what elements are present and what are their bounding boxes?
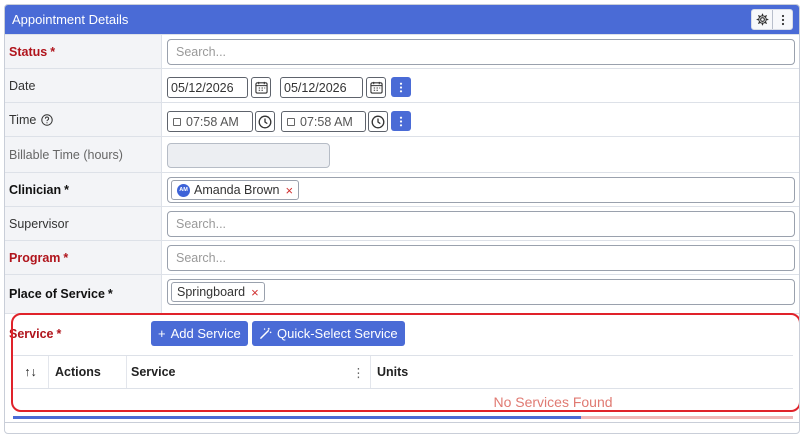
status-label: Status * bbox=[5, 35, 162, 68]
required-mark: * bbox=[50, 44, 56, 59]
program-search-input[interactable]: Search... bbox=[167, 245, 795, 271]
sort-arrows-icon: ↑↓ bbox=[24, 365, 37, 379]
no-services-message: No Services Found bbox=[13, 390, 793, 414]
date-label-text: Date bbox=[9, 78, 36, 93]
panel-header: Appointment Details bbox=[5, 5, 799, 34]
time-row: Time 07:58 AM 07:58 AM bbox=[5, 102, 799, 136]
service-section: Service * + Add Service Quick-Select Serv… bbox=[5, 313, 799, 415]
end-time-checkbox[interactable] bbox=[287, 117, 295, 126]
date-options-button[interactable] bbox=[391, 77, 411, 97]
required-mark: * bbox=[107, 287, 113, 301]
add-service-label: Add Service bbox=[170, 326, 241, 341]
horizontal-scrollbar-thumb[interactable] bbox=[13, 416, 581, 419]
panel-title: Appointment Details bbox=[12, 12, 129, 27]
program-row: Program * Search... bbox=[5, 240, 799, 274]
avatar: AM bbox=[177, 183, 190, 197]
clinician-chip: AM Amanda Brown × bbox=[171, 180, 300, 200]
place-of-service-chip: Springboard × bbox=[171, 282, 265, 302]
time-options-button[interactable] bbox=[391, 111, 411, 131]
sort-column-header[interactable]: ↑↓ bbox=[13, 356, 49, 388]
header-button-group bbox=[751, 9, 793, 30]
place-of-service-label: Place of Service * bbox=[5, 275, 162, 313]
start-time-input[interactable]: 07:58 AM bbox=[167, 111, 253, 132]
clinician-label-text: Clinician bbox=[9, 182, 62, 197]
program-label-text: Program bbox=[9, 250, 61, 265]
appointment-details-panel: Appointment Details Status * Search... D… bbox=[4, 4, 800, 434]
quick-select-service-label: Quick-Select Service bbox=[277, 326, 398, 341]
start-time-picker-button[interactable] bbox=[255, 111, 275, 132]
supervisor-placeholder: Search... bbox=[176, 217, 227, 231]
billable-time-label-text: Billable Time (hours) bbox=[9, 147, 123, 162]
question-circle-icon[interactable] bbox=[41, 113, 54, 126]
start-date-picker-button[interactable] bbox=[251, 77, 271, 98]
supervisor-search-input[interactable]: Search... bbox=[167, 211, 795, 237]
start-date-value: 05/12/2026 bbox=[171, 80, 234, 95]
supervisor-label: Supervisor bbox=[5, 207, 162, 240]
end-date-value: 05/12/2026 bbox=[284, 80, 347, 95]
service-label-text: Service bbox=[9, 327, 54, 341]
kebab-icon bbox=[781, 14, 784, 25]
service-table-header: ↑↓ Actions Service ⋮ Units bbox=[13, 355, 793, 389]
calendar-icon bbox=[254, 81, 268, 94]
kebab-icon bbox=[399, 82, 403, 92]
header-menu-button[interactable] bbox=[772, 10, 792, 29]
clinician-label: Clinician * bbox=[5, 173, 162, 206]
calendar-icon bbox=[369, 81, 383, 94]
place-of-service-remove-icon[interactable]: × bbox=[251, 285, 259, 300]
program-label: Program * bbox=[5, 241, 162, 274]
end-date-input[interactable]: 05/12/2026 bbox=[280, 77, 363, 98]
units-column-label: Units bbox=[377, 365, 409, 379]
end-date-picker-button[interactable] bbox=[366, 77, 386, 98]
column-menu-button[interactable]: ⋮ bbox=[347, 356, 371, 388]
clinician-row: Clinician * AM Amanda Brown × bbox=[5, 172, 799, 206]
clock-icon bbox=[258, 115, 272, 128]
magic-wand-icon bbox=[260, 327, 272, 339]
time-label: Time bbox=[5, 103, 162, 136]
required-mark: * bbox=[56, 327, 62, 341]
date-row: Date 05/12/2026 05/12/2026 bbox=[5, 68, 799, 102]
required-mark: * bbox=[63, 250, 69, 265]
time-label-text: Time bbox=[9, 112, 37, 127]
end-time-input[interactable]: 07:58 AM bbox=[281, 111, 366, 132]
clock-icon bbox=[371, 115, 385, 128]
place-of-service-chip-label: Springboard bbox=[177, 285, 246, 299]
panel-bottom-divider bbox=[5, 422, 799, 423]
add-service-button[interactable]: + Add Service bbox=[151, 321, 248, 346]
start-time-checkbox[interactable] bbox=[173, 117, 181, 126]
settings-button[interactable] bbox=[752, 10, 772, 29]
billable-time-label: Billable Time (hours) bbox=[5, 137, 162, 172]
service-label: Service * bbox=[9, 322, 61, 346]
column-menu-icon: ⋮ bbox=[352, 365, 365, 380]
no-services-text: No Services Found bbox=[493, 394, 613, 410]
status-placeholder: Search... bbox=[176, 45, 227, 59]
gear-icon bbox=[756, 13, 768, 26]
end-time-value: 07:58 AM bbox=[300, 114, 353, 129]
status-search-input[interactable]: Search... bbox=[167, 39, 795, 65]
clinician-chip-label: Amanda Brown bbox=[194, 183, 280, 197]
service-column-header[interactable]: Service bbox=[127, 356, 347, 388]
billable-time-input bbox=[167, 143, 330, 168]
units-column-header[interactable]: Units bbox=[371, 356, 793, 388]
supervisor-row: Supervisor Search... bbox=[5, 206, 799, 240]
kebab-icon bbox=[399, 116, 403, 126]
billable-time-row: Billable Time (hours) bbox=[5, 136, 799, 172]
place-of-service-label-text: Place of Service bbox=[9, 287, 105, 301]
clinician-remove-icon[interactable]: × bbox=[285, 183, 293, 198]
supervisor-label-text: Supervisor bbox=[9, 216, 69, 231]
actions-column-label: Actions bbox=[55, 365, 101, 379]
required-mark: * bbox=[64, 182, 69, 197]
date-label: Date bbox=[5, 69, 162, 102]
start-date-input[interactable]: 05/12/2026 bbox=[167, 77, 248, 98]
place-of-service-row: Place of Service * Springboard × bbox=[5, 274, 799, 313]
service-column-label: Service bbox=[131, 365, 176, 379]
actions-column-header: Actions bbox=[49, 356, 127, 388]
quick-select-service-button[interactable]: Quick-Select Service bbox=[252, 321, 405, 346]
end-time-picker-button[interactable] bbox=[368, 111, 388, 132]
program-placeholder: Search... bbox=[176, 251, 227, 265]
start-time-value: 07:58 AM bbox=[186, 114, 239, 129]
plus-icon: + bbox=[158, 326, 166, 341]
status-label-text: Status bbox=[9, 44, 48, 59]
status-row: Status * Search... bbox=[5, 34, 799, 68]
